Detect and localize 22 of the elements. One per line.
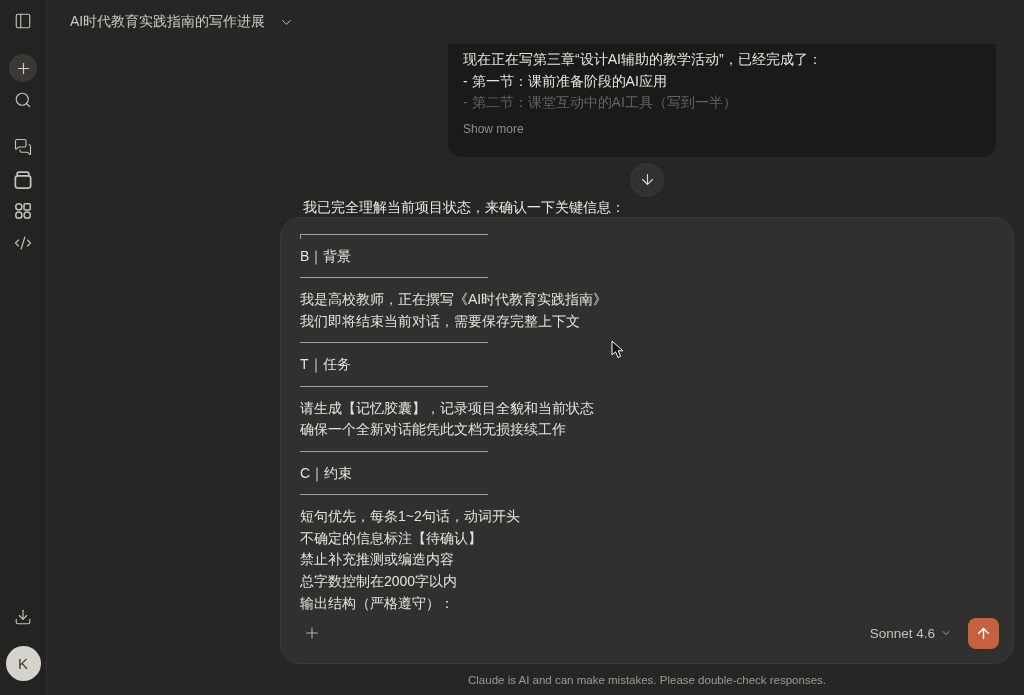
user-avatar[interactable]: K: [5, 646, 41, 681]
assistant-message: 我已完全理解当前项目状态，来确认一下关键信息：: [302, 198, 626, 217]
download-icon: [14, 608, 32, 626]
message-text: - 第一节：课前准备阶段的AI应用: [463, 71, 668, 91]
mouse-pointer-icon: [611, 340, 624, 359]
plus-icon: [303, 624, 321, 642]
chat-title-button[interactable]: AI时代教育实践指南的写作进展: [68, 9, 297, 35]
box-icon: [14, 171, 32, 189]
disclaimer-text: Claude is AI and can make mistakes. Please double-check responses.: [467, 673, 827, 688]
shapes-grid-icon: [15, 203, 31, 219]
message-input[interactable]: B｜背景 我是高校教师，正在撰写《AI时代教育实践指南》 我们即将结束当前对话，需要保存完整上下文 T｜任务 请生成【记忆胶囊】，记录项目全貌和当前状态 确保一个全新对话能凭此文档无损接续工作 C｜约束 短句优先，每条1~2句话，动词开头 不确定的信息标注【待确认】 禁止补充推测或编造内容 总字数控制在2000字以内 输出结构（严格遵守）：: [300, 224, 999, 615]
model-selector[interactable]: Sonnet 4.6: [865, 621, 956, 645]
chat-bubbles-icon: [14, 138, 32, 156]
message-text: 现在正在写第三章“设计AI辅助的教学活动”，已经完成了：: [463, 50, 823, 69]
search-icon: [14, 91, 32, 109]
sidebar-panel-icon: [14, 12, 32, 30]
new-chat-button[interactable]: [9, 54, 37, 82]
message-text: - 第二节：课堂互动中的AI工具（写到一半）: [463, 93, 738, 112]
show-more-link[interactable]: Show more: [463, 120, 524, 137]
code-icon: [14, 234, 32, 252]
send-button[interactable]: [968, 617, 999, 649]
scroll-down-button[interactable]: [630, 162, 664, 197]
